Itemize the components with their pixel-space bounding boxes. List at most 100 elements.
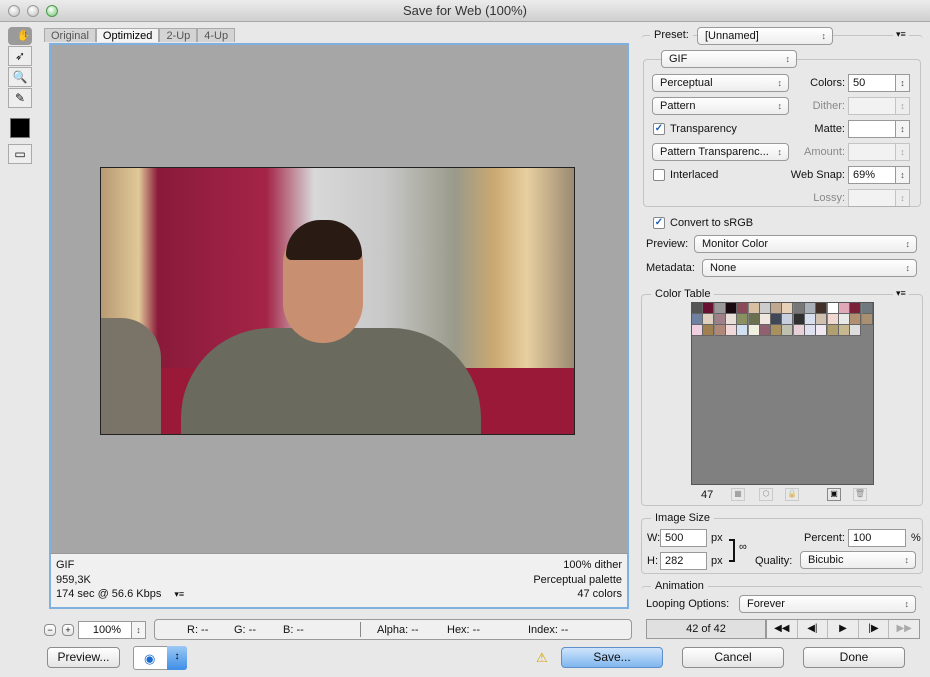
dither-field[interactable] <box>848 97 896 115</box>
color-swatch[interactable] <box>748 314 760 325</box>
transparency-dither-select[interactable]: Pattern Transparenc... <box>652 143 789 161</box>
zoom-level-stepper[interactable]: ↕ <box>132 621 146 639</box>
color-swatch[interactable] <box>861 303 873 314</box>
eyedropper-color-swatch[interactable] <box>10 118 30 138</box>
color-swatch[interactable] <box>692 325 703 336</box>
last-frame-icon[interactable]: ▶▶ <box>888 620 919 638</box>
cancel-button[interactable]: Cancel <box>682 647 784 668</box>
color-swatch[interactable] <box>805 314 816 325</box>
color-swatch[interactable] <box>793 325 805 336</box>
color-swatch[interactable] <box>771 303 783 314</box>
dither-algorithm-select[interactable]: Pattern <box>652 97 789 115</box>
tab-original[interactable]: Original <box>44 28 96 42</box>
color-swatch[interactable] <box>861 314 873 325</box>
color-swatch[interactable] <box>759 303 771 314</box>
height-field[interactable]: 282 <box>660 552 707 570</box>
color-swatch[interactable] <box>748 303 760 314</box>
lossy-stepper[interactable]: ↕ <box>896 189 910 207</box>
color-swatch[interactable] <box>782 314 794 325</box>
color-swatch[interactable] <box>816 314 828 325</box>
color-swatch[interactable] <box>714 325 726 336</box>
file-format-select[interactable]: GIF <box>661 50 797 68</box>
close-button[interactable] <box>8 5 20 17</box>
toggle-slices-button[interactable]: ▭ <box>8 144 32 164</box>
amount-field[interactable] <box>848 143 896 161</box>
web-snap-field[interactable]: 69% <box>848 166 896 184</box>
first-frame-icon[interactable]: ◀◀ <box>767 620 797 638</box>
color-swatch[interactable] <box>816 325 828 336</box>
next-frame-icon[interactable]: |▶ <box>857 620 889 638</box>
transparency-checkbox[interactable]: ✓ <box>653 123 665 135</box>
looping-select[interactable]: Forever <box>739 595 916 613</box>
color-swatch[interactable] <box>850 303 862 314</box>
color-swatch[interactable] <box>816 303 828 314</box>
color-swatch[interactable] <box>827 314 839 325</box>
color-table-menu-icon[interactable]: ▾≡ <box>893 288 909 299</box>
tab-optimized[interactable]: Optimized <box>95 28 160 42</box>
zoom-button[interactable] <box>46 5 58 17</box>
color-swatch[interactable] <box>703 325 715 336</box>
color-swatch[interactable] <box>827 303 839 314</box>
color-swatch[interactable] <box>805 325 816 336</box>
map-to-transparent-icon[interactable]: ▦ <box>731 488 745 501</box>
zoom-tool[interactable]: 🔍 <box>8 67 32 87</box>
optimize-menu-icon[interactable]: ▾≡ <box>893 29 909 40</box>
tab-4up[interactable]: 4-Up <box>197 28 236 42</box>
save-button[interactable]: Save... <box>561 647 663 668</box>
color-swatch[interactable] <box>748 325 760 336</box>
preview-button[interactable]: Preview... <box>47 647 120 668</box>
color-swatch[interactable] <box>737 325 749 336</box>
delete-color-icon[interactable]: 🗑 <box>853 488 867 501</box>
color-swatch[interactable] <box>782 303 794 314</box>
zoom-out-button[interactable]: − <box>44 624 56 636</box>
zoom-level-field[interactable]: 100% <box>78 621 132 639</box>
matte-stepper[interactable]: ↕ <box>896 120 910 138</box>
lock-color-icon[interactable]: 🔒 <box>785 488 799 501</box>
new-color-icon[interactable]: ▣ <box>827 488 841 501</box>
percent-field[interactable]: 100 <box>848 529 906 547</box>
dither-stepper[interactable]: ↕ <box>896 97 910 115</box>
hand-tool[interactable]: ✋ <box>8 27 32 45</box>
color-swatch[interactable] <box>703 314 715 325</box>
color-swatch[interactable] <box>805 303 816 314</box>
color-swatch[interactable] <box>692 314 703 325</box>
matte-field[interactable] <box>848 120 896 138</box>
color-swatch[interactable] <box>692 303 703 314</box>
web-snap-stepper[interactable]: ↕ <box>896 166 910 184</box>
color-swatch[interactable] <box>737 314 749 325</box>
eyedropper-tool[interactable]: ✎ <box>8 88 32 108</box>
convert-srgb-checkbox[interactable]: ✓ <box>653 217 665 229</box>
minimize-button[interactable] <box>27 5 39 17</box>
preview-select[interactable]: Monitor Color <box>694 235 917 253</box>
colors-stepper[interactable]: ↕ <box>896 74 910 92</box>
color-swatch[interactable] <box>725 314 737 325</box>
color-swatch[interactable] <box>759 314 771 325</box>
interlaced-checkbox[interactable] <box>653 169 665 181</box>
color-swatch[interactable] <box>838 325 850 336</box>
color-swatch[interactable] <box>850 314 862 325</box>
preset-select[interactable]: [Unnamed] <box>697 27 833 45</box>
zoom-in-button[interactable]: + <box>62 624 74 636</box>
color-swatch[interactable] <box>838 314 850 325</box>
color-swatch[interactable] <box>703 303 715 314</box>
color-swatch[interactable] <box>714 303 726 314</box>
color-table[interactable] <box>691 302 874 485</box>
color-reduction-select[interactable]: Perceptual <box>652 74 789 92</box>
color-swatch[interactable] <box>850 325 862 336</box>
color-swatch[interactable] <box>771 325 783 336</box>
previous-frame-icon[interactable]: ◀| <box>796 620 828 638</box>
colors-field[interactable]: 50 <box>848 74 896 92</box>
color-swatch[interactable] <box>725 303 737 314</box>
tab-2up[interactable]: 2-Up <box>159 28 198 42</box>
color-swatch[interactable] <box>771 314 783 325</box>
browser-preview-select[interactable]: ◉ ↕ <box>133 646 187 670</box>
color-swatch[interactable] <box>793 303 805 314</box>
slice-select-tool[interactable]: ➶ <box>8 46 32 66</box>
color-swatch[interactable] <box>838 303 850 314</box>
menu-icon[interactable]: ▾≡ <box>174 589 184 599</box>
color-swatch[interactable] <box>725 325 737 336</box>
color-swatch[interactable] <box>714 314 726 325</box>
quality-select[interactable]: Bicubic <box>800 551 916 569</box>
color-swatch[interactable] <box>782 325 794 336</box>
color-swatch[interactable] <box>827 325 839 336</box>
